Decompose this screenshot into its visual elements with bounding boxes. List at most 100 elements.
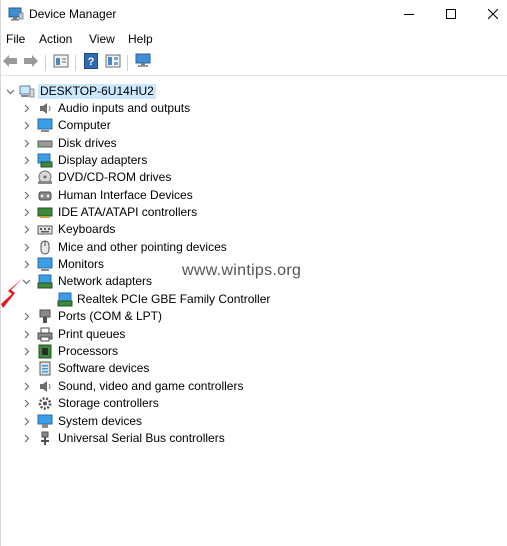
tree-item-label: Display adapters [58,153,148,167]
tree-item-label: Software devices [58,361,150,375]
back-arrow-icon [2,54,18,73]
dvd-drive-icon [37,170,53,185]
tree-item-realtek-controller[interactable]: Realtek PCIe GBE Family Controller [1,291,507,308]
close-icon [487,6,499,24]
tree-item-dvd[interactable]: DVD/CD-ROM drives [1,169,507,186]
tree-root-label: DESKTOP-6U14HU2 [38,84,156,99]
properties-button[interactable] [52,54,70,72]
speaker-icon [37,379,53,394]
menu-view[interactable]: View [89,32,115,46]
tree-item-processors[interactable]: Processors [1,343,507,360]
tree-item-ports[interactable]: Ports (COM & LPT) [1,308,507,325]
monitor-icon [37,118,53,133]
monitor-icon [37,257,53,272]
forward-button[interactable] [22,54,40,72]
maximize-button[interactable] [428,0,474,29]
svg-text:?: ? [88,56,95,68]
tree-item-label: Mice and other pointing devices [58,240,227,254]
tree-item-storage-controllers[interactable]: Storage controllers [1,395,507,412]
chevron-right-icon[interactable] [19,378,33,395]
tree-item-system-devices[interactable]: System devices [1,413,507,430]
chevron-right-icon[interactable] [19,430,33,447]
network-adapter-icon [57,292,73,307]
back-button[interactable] [1,54,19,72]
device-manager-window: Device Manager File Action View Help ? D… [0,0,507,546]
tree-item-software-devices[interactable]: Software devices [1,360,507,377]
disk-drive-icon [37,136,53,151]
chevron-right-icon[interactable] [19,204,33,221]
chevron-right-icon[interactable] [19,152,33,169]
chevron-right-icon[interactable] [19,395,33,412]
chevron-right-icon[interactable] [19,117,33,134]
computer-icon [19,84,35,99]
processor-icon [37,344,53,359]
keyboard-icon [37,222,53,237]
tree-item-label: Human Interface Devices [58,188,193,202]
tree-item-print-queues[interactable]: Print queues [1,326,507,343]
chevron-right-icon[interactable] [19,135,33,152]
tree-item-sound-video[interactable]: Sound, video and game controllers [1,378,507,395]
tree-item-disk-drives[interactable]: Disk drives [1,135,507,152]
red-arrow-icon [1,276,25,310]
tree-item-label: Storage controllers [58,396,159,410]
ide-controller-icon [37,205,53,220]
chevron-down-icon[interactable] [3,83,17,100]
tree-item-usb[interactable]: Universal Serial Bus controllers [1,430,507,447]
toolbar-separator [127,55,128,71]
menu-file[interactable]: File [6,32,25,46]
printer-icon [37,327,53,342]
tree-item-ide[interactable]: IDE ATA/ATAPI controllers [1,204,507,221]
forward-arrow-icon [23,54,39,73]
tree-item-label: Print queues [58,327,126,341]
menu-action[interactable]: Action [39,32,72,46]
tree-item-label: Processors [58,344,119,358]
tree-item-hid[interactable]: Human Interface Devices [1,187,507,204]
chevron-right-icon[interactable] [19,239,33,256]
tree-item-audio[interactable]: Audio inputs and outputs [1,100,507,117]
tree-item-label: Keyboards [58,222,116,236]
mouse-icon [37,240,53,255]
usb-icon [37,431,53,446]
chevron-right-icon[interactable] [19,360,33,377]
view-icon [105,54,121,73]
tree-item-label: Realtek PCIe GBE Family Controller [77,292,271,306]
tree-item-label: System devices [58,414,143,428]
tree-item-label: Sound, video and game controllers [58,379,244,393]
minimize-icon [404,6,414,24]
tree-item-keyboards[interactable]: Keyboards [1,221,507,238]
menu-help[interactable]: Help [128,32,153,46]
tree-item-mice[interactable]: Mice and other pointing devices [1,239,507,256]
chevron-right-icon[interactable] [19,413,33,430]
tree-item-computer[interactable]: Computer [1,117,507,134]
close-button[interactable] [470,0,507,29]
tree-item-label: Computer [58,118,111,132]
hid-icon [37,188,53,203]
chevron-right-icon[interactable] [19,256,33,273]
storage-controller-icon [37,396,53,411]
scan-hardware-button[interactable] [134,53,152,72]
tree-item-label: DVD/CD-ROM drives [58,170,172,184]
minimize-button[interactable] [386,0,432,29]
device-manager-app-icon [8,7,24,21]
view-button[interactable] [104,54,122,72]
tree-item-display-adapters[interactable]: Display adapters [1,152,507,169]
chevron-right-icon[interactable] [19,221,33,238]
tree-item-label: Disk drives [58,136,117,150]
display-adapter-icon [37,153,53,168]
chevron-right-icon[interactable] [19,343,33,360]
chevron-right-icon[interactable] [19,308,33,325]
chevron-right-icon[interactable] [19,326,33,343]
chevron-right-icon[interactable] [19,169,33,186]
tree-root-row[interactable]: DESKTOP-6U14HU2 [1,83,507,100]
window-title: Device Manager [29,7,117,21]
toolbar-separator [45,55,46,71]
help-button[interactable]: ? [82,52,100,72]
maximize-icon [446,6,456,24]
speaker-icon [37,101,53,116]
toolbar-separator [75,55,76,71]
chevron-right-icon[interactable] [19,100,33,117]
title-bar[interactable]: Device Manager [1,0,507,29]
toolbar: ? [1,50,507,76]
chevron-right-icon[interactable] [19,187,33,204]
software-device-icon [37,361,53,376]
